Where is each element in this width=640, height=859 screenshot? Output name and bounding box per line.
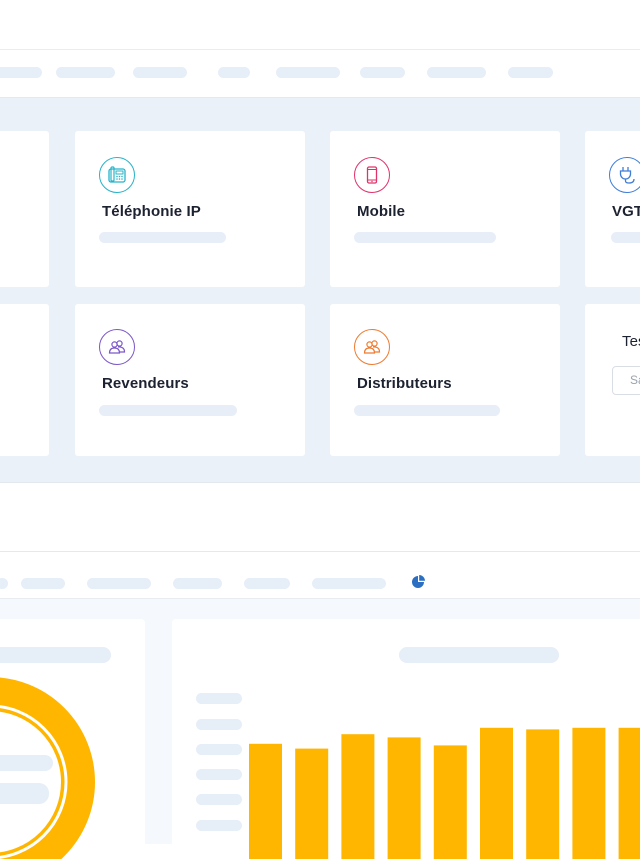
services-grid: Téléphonie IP Mobile VGT Revendeurs Dist… [0,98,640,483]
bar [387,737,421,859]
service-card-distributeurs[interactable]: Distributeurs [330,304,560,456]
placeholder-line [354,232,496,243]
service-card-mobile[interactable]: Mobile [330,131,560,287]
placeholder-line [99,405,237,416]
nav-item[interactable] [218,67,250,78]
test-card-title: Tes [622,333,640,350]
service-card-vgt[interactable]: VGT [585,131,640,287]
users-icon [99,329,135,365]
card-title: Mobile [357,203,406,220]
card-title: Distributeurs [357,375,452,392]
card-title: Revendeurs [102,375,189,392]
bar [526,729,560,859]
main-nav [0,50,640,98]
bar [295,748,329,859]
plug-icon [609,157,640,193]
bar [480,727,513,859]
search-input[interactable]: Sa [612,366,640,395]
bar [618,727,640,859]
donut-chart [0,677,95,859]
section-header [0,484,640,552]
bar [249,743,282,859]
charts-area [0,599,640,859]
nav-item[interactable] [56,67,115,78]
nav-item[interactable] [312,578,386,589]
secondary-nav [0,552,640,599]
ip-phone-icon [99,157,135,193]
card-title: Téléphonie IP [102,203,201,220]
top-bar [0,0,640,50]
bar-chart-panel [172,619,640,859]
card-title: VGT [612,203,640,220]
placeholder-line [354,405,500,416]
nav-item[interactable] [244,578,290,589]
service-card-telephonie-ip[interactable]: Téléphonie IP [75,131,305,287]
nav-item[interactable] [21,578,65,589]
donut-panel [0,619,145,859]
bar [433,745,467,859]
service-card-revendeurs[interactable]: Revendeurs [75,304,305,456]
users-icon [354,329,390,365]
nav-item[interactable] [0,578,8,589]
legend-placeholder [0,783,49,804]
placeholder-line [99,232,226,243]
bar [572,727,606,859]
nav-item[interactable] [360,67,405,78]
test-card: Tes Sa [585,304,640,456]
bar [341,734,375,859]
nav-item[interactable] [508,67,553,78]
nav-item[interactable] [276,67,340,78]
nav-item[interactable] [87,578,151,589]
service-card[interactable] [0,131,49,287]
nav-item[interactable] [173,578,222,589]
mobile-phone-icon [354,157,390,193]
service-card[interactable] [0,304,49,456]
nav-item[interactable] [133,67,187,78]
nav-item[interactable] [0,67,42,78]
pie-chart-icon[interactable] [411,575,426,590]
bar-chart [249,727,640,859]
nav-item[interactable] [427,67,486,78]
placeholder-line [611,232,640,243]
legend-placeholder [0,755,53,771]
